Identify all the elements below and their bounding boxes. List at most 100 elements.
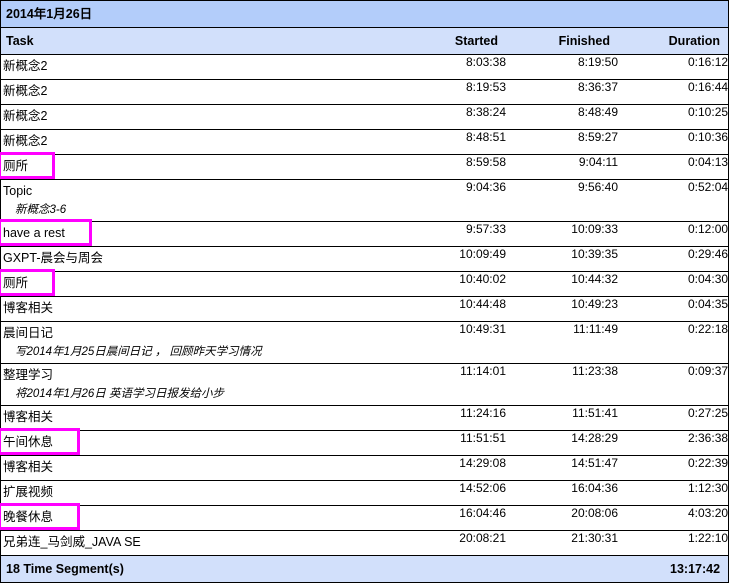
finished-cell: 14:28:29 <box>506 430 618 456</box>
task-label-highlighted[interactable]: have a rest <box>0 219 92 246</box>
task-cell[interactable]: 厕所 <box>0 152 396 180</box>
table-row[interactable]: 新概念2 8:48:51 8:59:27 0:10:36 <box>1 129 729 155</box>
started-cell: 9:04:36 <box>396 179 506 222</box>
task-label[interactable]: 新概念2 <box>1 105 50 126</box>
finished-cell: 10:44:32 <box>506 271 618 297</box>
finished-cell: 20:08:06 <box>506 505 618 531</box>
task-label[interactable]: 新概念2 <box>1 80 50 101</box>
task-label[interactable]: Topic <box>1 180 35 201</box>
task-cell[interactable]: 厕所 <box>0 269 396 297</box>
table-row[interactable]: 新概念2 8:03:38 8:19:50 0:16:12 <box>1 54 729 80</box>
task-label-highlighted[interactable]: 晚餐休息 <box>0 503 81 530</box>
started-cell: 8:59:58 <box>396 154 506 180</box>
task-label-highlighted[interactable]: 厕所 <box>0 152 56 179</box>
task-label[interactable]: 新概念2 <box>1 55 50 76</box>
finished-cell: 10:39:35 <box>506 246 618 272</box>
finished-cell: 11:51:41 <box>506 405 618 431</box>
task-note: 将2014年1月26日 英语学习日报发给小步 <box>15 388 224 400</box>
task-label[interactable]: 兄弟连_马剑威_JAVA SE <box>1 531 144 552</box>
task-cell[interactable]: 新概念2 <box>1 129 396 155</box>
table-footer: 18 Time Segment(s) 13:17:42 <box>1 555 729 582</box>
column-header-finished[interactable]: Finished <box>506 27 618 55</box>
task-cell[interactable]: 午间休息 <box>0 428 396 456</box>
task-label[interactable]: GXPT-晨会与周会 <box>1 247 106 268</box>
segment-count-label: 18 Time Segment(s) <box>1 555 618 582</box>
finished-cell: 11:23:38 <box>506 363 618 406</box>
started-cell: 10:09:49 <box>396 246 506 272</box>
column-header-started[interactable]: Started <box>396 27 506 55</box>
task-cell[interactable]: have a rest <box>0 219 396 247</box>
task-cell[interactable]: 晨间日记写2014年1月25日晨间日记 ， 回顾昨天学习情况 <box>1 321 396 364</box>
task-label[interactable]: 博客相关 <box>1 406 56 427</box>
table-row[interactable]: 博客相关 11:24:16 11:51:41 0:27:25 <box>1 405 729 431</box>
table-row[interactable]: 午间休息 11:51:51 14:28:29 2:36:38 <box>0 428 729 456</box>
duration-cell: 0:29:46 <box>618 246 729 272</box>
task-cell[interactable]: 新概念2 <box>1 79 396 105</box>
table-row[interactable]: 新概念2 8:19:53 8:36:37 0:16:44 <box>1 79 729 105</box>
duration-cell: 0:52:04 <box>618 179 729 222</box>
table-row[interactable]: 厕所 10:40:02 10:44:32 0:04:30 <box>0 269 729 297</box>
duration-cell: 0:09:37 <box>618 363 729 406</box>
finished-cell: 10:09:33 <box>506 221 618 247</box>
task-cell[interactable]: 整理学习将2014年1月26日 英语学习日报发给小步 <box>1 363 396 406</box>
table-row[interactable]: Topic 新概念3-6 9:04:36 9:56:40 0:52:04 <box>1 179 729 222</box>
started-cell: 20:08:21 <box>396 530 506 556</box>
task-cell[interactable]: 新概念2 <box>1 54 396 80</box>
task-cell[interactable]: 博客相关 <box>1 455 396 481</box>
column-header-row: Task Started Finished Duration <box>1 27 729 55</box>
column-header-duration[interactable]: Duration <box>618 27 729 55</box>
duration-cell: 0:22:18 <box>618 321 729 364</box>
duration-cell: 4:03:20 <box>618 505 729 531</box>
report-date-title: 2014年1月26日 <box>1 1 729 28</box>
table-row[interactable]: 整理学习 将2014年1月26日 英语学习日报发给小步 11:14:01 11:23:… <box>1 363 729 406</box>
finished-cell: 11:11:49 <box>506 321 618 364</box>
duration-cell: 0:22:39 <box>618 455 729 481</box>
task-cell[interactable]: 扩展视频 <box>1 480 396 506</box>
finished-cell: 8:48:49 <box>506 104 618 130</box>
time-report-panel: 2014年1月26日 Task Started Finished Duratio… <box>0 0 729 583</box>
task-label-highlighted[interactable]: 午间休息 <box>0 428 81 455</box>
started-cell: 14:52:06 <box>396 480 506 506</box>
started-cell: 9:57:33 <box>396 221 506 247</box>
started-cell: 11:24:16 <box>396 405 506 431</box>
duration-cell: 0:27:25 <box>618 405 729 431</box>
table-row[interactable]: GXPT-晨会与周会 10:09:49 10:39:35 0:29:46 <box>1 246 729 272</box>
table-row[interactable]: 博客相关 10:44:48 10:49:23 0:04:35 <box>1 296 729 322</box>
task-cell[interactable]: GXPT-晨会与周会 <box>1 246 396 272</box>
task-note: 写2014年1月25日晨间日记 ， 回顾昨天学习情况 <box>15 346 262 358</box>
finished-cell: 16:04:36 <box>506 480 618 506</box>
table-row[interactable]: 厕所 8:59:58 9:04:11 0:04:13 <box>0 152 729 180</box>
started-cell: 8:38:24 <box>396 104 506 130</box>
column-header-task[interactable]: Task <box>1 27 396 55</box>
task-label[interactable]: 扩展视频 <box>1 481 56 502</box>
table-row[interactable]: 晚餐休息 16:04:46 20:08:06 4:03:20 <box>0 503 729 531</box>
task-cell[interactable]: 博客相关 <box>1 405 396 431</box>
task-label-highlighted[interactable]: 厕所 <box>0 269 56 296</box>
task-label[interactable]: 新概念2 <box>1 130 50 151</box>
task-label[interactable]: 博客相关 <box>1 456 56 477</box>
table-row[interactable]: have a rest 9:57:33 10:09:33 0:12:00 <box>0 219 729 247</box>
table-body: 2014年1月26日 Task Started Finished Duratio… <box>0 1 729 556</box>
task-cell[interactable]: 新概念2 <box>1 104 396 130</box>
table-row[interactable]: 扩展视频 14:52:06 16:04:36 1:12:30 <box>1 480 729 506</box>
finished-cell: 14:51:47 <box>506 455 618 481</box>
task-cell[interactable]: 晚餐休息 <box>0 503 396 531</box>
task-label[interactable]: 整理学习 <box>1 364 56 385</box>
table-row[interactable]: 博客相关 14:29:08 14:51:47 0:22:39 <box>1 455 729 481</box>
table-row[interactable]: 新概念2 8:38:24 8:48:49 0:10:25 <box>1 104 729 130</box>
duration-cell: 1:12:30 <box>618 480 729 506</box>
task-cell[interactable]: Topic 新概念3-6 <box>1 179 396 222</box>
task-label[interactable]: 博客相关 <box>1 297 56 318</box>
started-cell: 10:49:31 <box>396 321 506 364</box>
task-label[interactable]: 晨间日记 <box>1 322 56 343</box>
finished-cell: 8:19:50 <box>506 54 618 80</box>
started-cell: 8:19:53 <box>396 79 506 105</box>
table-row[interactable]: 晨间日记 写2014年1月25日晨间日记 ， 回顾昨天学习情况 10:49:31 11… <box>1 321 729 364</box>
duration-cell: 0:16:44 <box>618 79 729 105</box>
task-cell[interactable]: 博客相关 <box>1 296 396 322</box>
task-cell[interactable]: 兄弟连_马剑威_JAVA SE <box>1 530 396 556</box>
started-cell: 11:14:01 <box>396 363 506 406</box>
table-row[interactable]: 兄弟连_马剑威_JAVA SE 20:08:21 21:30:31 1:22:10 <box>1 530 729 556</box>
duration-cell: 0:10:25 <box>618 104 729 130</box>
duration-cell: 0:04:13 <box>618 154 729 180</box>
